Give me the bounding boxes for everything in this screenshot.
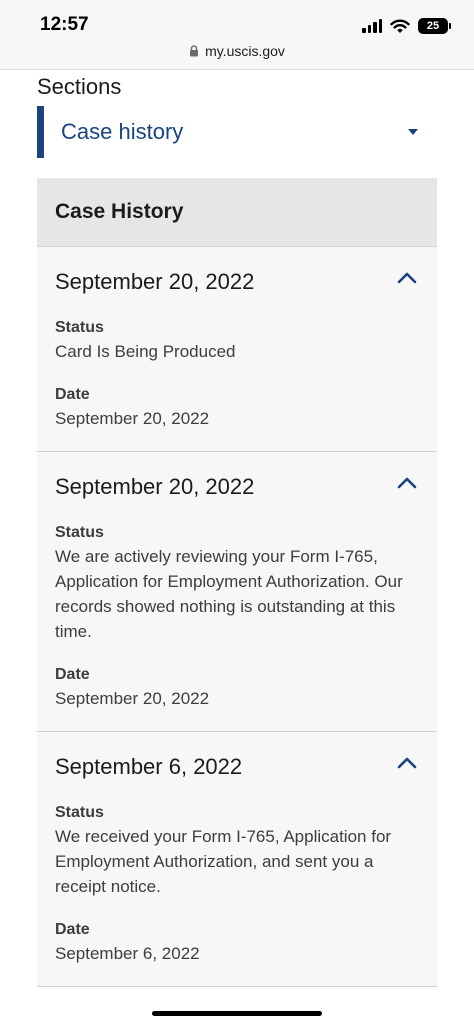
- entry-heading[interactable]: September 20, 2022: [55, 267, 419, 297]
- signal-icon: [362, 19, 382, 33]
- battery-icon: 25: [418, 18, 451, 34]
- status-value: Card Is Being Produced: [55, 342, 236, 361]
- date-label: Date: [55, 386, 90, 403]
- date-label: Date: [55, 921, 90, 938]
- history-entry: September 6, 2022 Status We received you…: [37, 732, 437, 987]
- address-bar[interactable]: my.uscis.gov: [0, 43, 474, 59]
- sections-select-value: Case history: [61, 119, 184, 144]
- battery-level: 25: [426, 20, 440, 32]
- case-history-title: Case History: [37, 178, 437, 247]
- url-text: my.uscis.gov: [205, 43, 285, 59]
- entry-heading[interactable]: September 20, 2022: [55, 472, 419, 502]
- wifi-icon: [390, 19, 410, 33]
- date-label: Date: [55, 666, 90, 683]
- entry-heading[interactable]: September 6, 2022: [55, 752, 419, 782]
- chevron-up-icon[interactable]: [397, 477, 417, 489]
- status-label: Status: [55, 804, 104, 821]
- date-value: September 20, 2022: [55, 409, 210, 428]
- sections-label: Sections: [37, 74, 122, 99]
- date-value: September 20, 2022: [55, 689, 210, 708]
- status-value: We are actively reviewing your Form I-76…: [55, 547, 403, 641]
- status-value: We received your Form I-765, Application…: [55, 827, 392, 896]
- status-label: Status: [55, 319, 104, 336]
- home-indicator[interactable]: [152, 1011, 322, 1016]
- caret-down-icon: [408, 129, 418, 135]
- date-value: September 6, 2022: [55, 944, 200, 963]
- clock: 12:57: [40, 14, 89, 35]
- status-label: Status: [55, 524, 104, 541]
- chevron-up-icon[interactable]: [397, 272, 417, 284]
- chevron-up-icon[interactable]: [397, 757, 417, 769]
- sections-select[interactable]: Case history: [37, 106, 437, 158]
- lock-icon: [190, 45, 199, 57]
- history-entry: September 20, 2022 Status We are activel…: [37, 452, 437, 732]
- case-history-panel: Case History September 20, 2022 Status C…: [37, 178, 437, 987]
- status-bar: 12:57 25 my.uscis.gov: [0, 0, 474, 70]
- status-icons: 25: [362, 16, 451, 36]
- history-entry: September 20, 2022 Status Card Is Being …: [37, 247, 437, 452]
